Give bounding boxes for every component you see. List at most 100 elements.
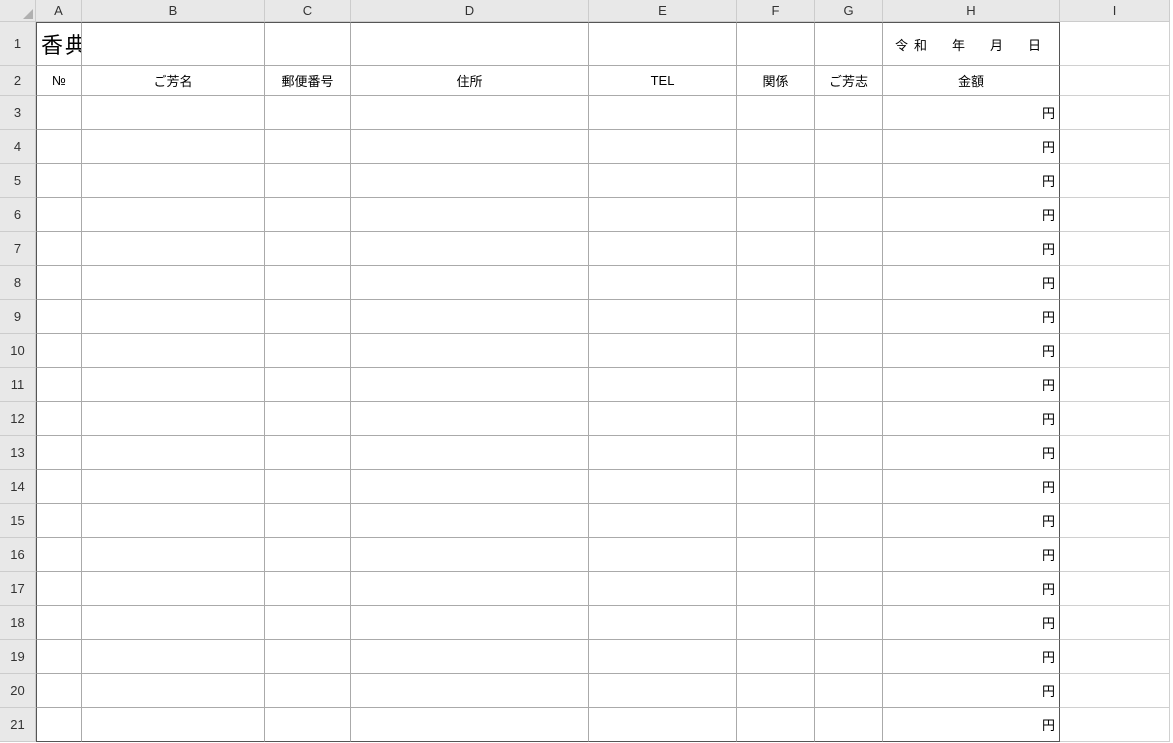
column-header[interactable]: H [883,0,1060,22]
cell[interactable] [815,198,883,232]
cell[interactable] [589,640,737,674]
cell[interactable] [1060,402,1170,436]
cell[interactable] [1060,606,1170,640]
cell[interactable] [265,572,351,606]
amount-cell[interactable]: 円 [883,198,1060,232]
cell[interactable] [265,22,351,66]
row-header[interactable]: 18 [0,606,36,640]
cell[interactable] [36,334,82,368]
cell[interactable] [737,538,815,572]
amount-cell[interactable]: 円 [883,300,1060,334]
cell[interactable] [1060,96,1170,130]
cell[interactable] [815,538,883,572]
cell[interactable] [265,674,351,708]
cell[interactable] [265,504,351,538]
cell[interactable] [351,198,589,232]
cell[interactable] [1060,572,1170,606]
cell[interactable] [265,368,351,402]
cell[interactable] [1060,266,1170,300]
cell[interactable] [265,470,351,504]
cell[interactable] [589,198,737,232]
column-header[interactable]: A [36,0,82,22]
cell[interactable] [265,640,351,674]
cell[interactable] [737,198,815,232]
cell[interactable] [82,266,265,300]
cell[interactable] [82,708,265,742]
cell[interactable] [737,96,815,130]
cell[interactable] [589,22,737,66]
cell[interactable] [815,266,883,300]
cell[interactable] [36,504,82,538]
cell[interactable] [82,470,265,504]
cell[interactable] [737,708,815,742]
cell[interactable] [1060,538,1170,572]
cell[interactable] [589,538,737,572]
amount-cell[interactable]: 円 [883,232,1060,266]
cell[interactable] [82,368,265,402]
cell[interactable] [815,22,883,66]
cell[interactable] [36,572,82,606]
row-header[interactable]: 7 [0,232,36,266]
header-postal[interactable]: 郵便番号 [265,66,351,96]
cell[interactable] [265,198,351,232]
cell[interactable] [815,572,883,606]
cell[interactable] [351,22,589,66]
cell[interactable] [589,606,737,640]
cell[interactable] [351,606,589,640]
cell[interactable] [737,436,815,470]
cell[interactable] [737,640,815,674]
cell[interactable] [351,640,589,674]
cell[interactable] [351,300,589,334]
row-header[interactable]: 20 [0,674,36,708]
cell[interactable] [589,266,737,300]
cell[interactable] [82,402,265,436]
row-header[interactable]: 15 [0,504,36,538]
cell[interactable] [351,402,589,436]
cell[interactable] [351,368,589,402]
amount-cell[interactable]: 円 [883,402,1060,436]
column-header[interactable]: B [82,0,265,22]
cell[interactable] [737,300,815,334]
date-cell[interactable]: 令和 年 月 日 [883,22,1060,66]
header-address[interactable]: 住所 [351,66,589,96]
cell[interactable] [815,300,883,334]
cell[interactable] [82,22,265,66]
select-all-corner[interactable] [0,0,36,22]
cell[interactable] [351,436,589,470]
cell[interactable] [82,96,265,130]
cell[interactable] [265,708,351,742]
cell[interactable] [815,674,883,708]
cell[interactable] [589,572,737,606]
cell[interactable] [737,470,815,504]
cell[interactable] [265,300,351,334]
amount-cell[interactable]: 円 [883,266,1060,300]
cell[interactable] [589,300,737,334]
cell[interactable] [1060,198,1170,232]
cell[interactable] [82,674,265,708]
cell[interactable] [82,572,265,606]
cell[interactable] [351,538,589,572]
row-header[interactable]: 2 [0,66,36,96]
cell[interactable] [36,164,82,198]
cell[interactable] [265,402,351,436]
cell[interactable] [82,300,265,334]
cell[interactable] [737,606,815,640]
amount-cell[interactable]: 円 [883,130,1060,164]
cell[interactable] [351,470,589,504]
row-header[interactable]: 17 [0,572,36,606]
cell[interactable] [265,436,351,470]
cell[interactable] [36,674,82,708]
cell[interactable] [589,504,737,538]
row-header[interactable]: 8 [0,266,36,300]
cell[interactable] [815,708,883,742]
cell[interactable] [589,470,737,504]
cell[interactable] [737,22,815,66]
cell[interactable] [265,266,351,300]
amount-cell[interactable]: 円 [883,436,1060,470]
cell[interactable] [36,130,82,164]
header-amount[interactable]: 金額 [883,66,1060,96]
header-name[interactable]: ご芳名 [82,66,265,96]
cell[interactable] [82,606,265,640]
column-header[interactable]: G [815,0,883,22]
cell[interactable] [1060,300,1170,334]
